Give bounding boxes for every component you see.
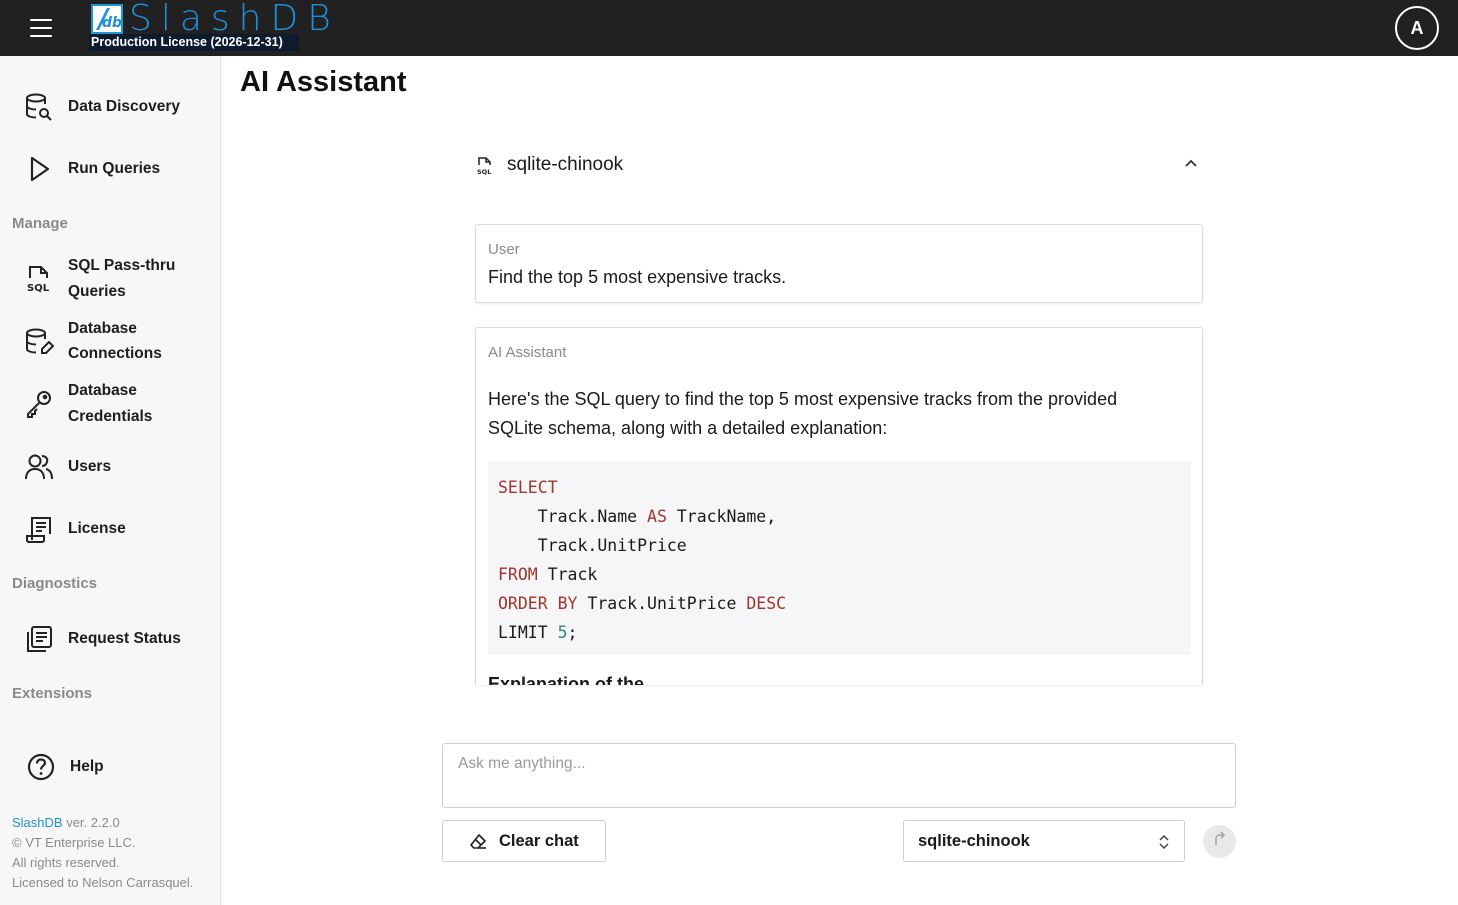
sidebar-item-label: SQL Pass-thru — [68, 257, 176, 274]
version-text: ver. 2.2.0 — [62, 815, 120, 830]
rights-text: All rights reserved. — [12, 855, 120, 870]
svg-text:SQL: SQL — [477, 168, 491, 176]
top-app-bar: db SlashDB Production License (2026-12-3… — [0, 0, 1458, 56]
clear-chat-label: Clear chat — [499, 832, 579, 850]
avatar[interactable]: A — [1395, 6, 1439, 50]
svg-text:SQL: SQL — [27, 283, 50, 294]
sidebar-item-data-discovery[interactable]: Data Discovery — [0, 92, 220, 122]
code-text: Track.UnitPrice — [577, 594, 747, 613]
message-role: AI Assistant — [488, 344, 567, 361]
sidebar-footer: SlashDB ver. 2.2.0 © VT Enterprise LLC. … — [12, 813, 193, 893]
database-edit-icon — [24, 327, 55, 357]
sql-keyword: ORDER — [498, 594, 548, 613]
sidebar-item-label: Users — [68, 458, 112, 475]
sidebar-item-run-queries[interactable]: Run Queries — [0, 154, 220, 184]
sidebar-item-sql-pass-thru[interactable]: SQL SQL Pass-thru Queries — [0, 253, 220, 305]
sidebar-item-help[interactable]: Help — [0, 752, 220, 782]
sidebar-item-label: Run Queries — [68, 160, 161, 177]
sidebar-item-label: Queries — [68, 283, 126, 300]
svg-text:db: db — [102, 15, 121, 31]
chat-input[interactable] — [442, 743, 1236, 808]
sql-file-icon: SQL — [475, 156, 493, 176]
code-text: Track.Name — [498, 507, 648, 526]
intro-line-2: SQLite schema, along with a detailed exp… — [488, 418, 888, 438]
sidebar-item-users[interactable]: Users — [0, 452, 220, 482]
code-text: ; — [567, 623, 578, 642]
section-title-diagnostics: Diagnostics — [12, 575, 98, 592]
users-icon — [24, 452, 54, 482]
help-icon — [26, 752, 56, 782]
sidebar-item-label: Data Discovery — [68, 98, 181, 115]
sql-keyword: DESC — [746, 594, 787, 613]
sidebar-item-label: Database — [68, 382, 137, 399]
send-button[interactable] — [1203, 825, 1236, 858]
intro-line-1: Here's the SQL query to find the top 5 m… — [488, 389, 1118, 409]
page-title: AI Assistant — [240, 66, 407, 98]
code-text: Track — [537, 565, 598, 584]
sql-keyword: FROM — [498, 565, 538, 584]
database-select[interactable]: sqlite-chinook — [903, 820, 1185, 862]
sql-number: 5 — [557, 623, 568, 642]
ai-message-card: AI Assistant Here's the SQL query to fin… — [475, 327, 1203, 685]
selected-database: sqlite-chinook — [918, 832, 1030, 850]
play-icon — [24, 154, 54, 184]
license-label: Production License (2026-12-31) — [89, 34, 299, 51]
slashdb-logo[interactable]: db SlashDB Production License (2026-12-3… — [89, 0, 331, 52]
sidebar-item-label: Database — [68, 320, 137, 337]
slashdb-logo-mark: db — [91, 4, 123, 34]
copyright-text: © VT Enterprise LLC. — [12, 835, 136, 850]
request-status-icon — [24, 624, 54, 654]
user-message-card: User Find the top 5 most expensive track… — [475, 224, 1203, 303]
message-text: Find the top 5 most expensive tracks. — [488, 267, 787, 287]
chevron-up-down-icon — [1157, 833, 1171, 851]
database-section-header[interactable]: SQL sqlite-chinook — [475, 152, 1203, 184]
sidebar-item-license[interactable]: License — [0, 514, 220, 544]
sidebar-item-label: Connections — [68, 345, 162, 362]
sidebar-item-label: Help — [70, 758, 104, 775]
hamburger-icon[interactable] — [24, 14, 58, 42]
message-role: User — [488, 241, 520, 258]
section-title-manage: Manage — [12, 215, 68, 232]
sql-keyword: SELECT — [498, 478, 558, 497]
license-icon — [24, 514, 54, 544]
footer-brand-link[interactable]: SlashDB — [12, 815, 63, 830]
sidebar: Data Discovery Run Queries Manage SQL SQ… — [0, 56, 221, 905]
sql-code-block: SELECT Track.Name AS TrackName, Track.Un… — [488, 461, 1191, 655]
code-text: LIMIT — [498, 623, 558, 642]
database-name: sqlite-chinook — [507, 154, 624, 175]
eraser-icon — [470, 833, 487, 850]
sidebar-item-database-credentials[interactable]: Database Credentials — [0, 378, 220, 430]
version-line: SlashDB ver. 2.2.0 — [12, 813, 193, 833]
sql-keyword: BY — [557, 594, 578, 613]
section-title-extensions: Extensions — [12, 685, 93, 702]
clear-chat-button[interactable]: Clear chat — [442, 820, 606, 862]
licensed-to-text: Licensed to Nelson Carrasquel. — [12, 875, 194, 890]
sql-keyword: AS — [647, 507, 667, 526]
sidebar-item-database-connections[interactable]: Database Connections — [0, 316, 220, 368]
sidebar-item-label: Credentials — [68, 408, 153, 425]
chevron-up-icon[interactable] — [1183, 156, 1199, 172]
sidebar-item-request-status[interactable]: Request Status — [0, 624, 220, 654]
key-icon — [24, 389, 54, 419]
code-text: Track.UnitPrice — [498, 536, 687, 555]
sql-file-icon: SQL — [24, 264, 54, 294]
sidebar-item-label: License — [68, 520, 126, 537]
explanation-heading: Explanation of the — [488, 674, 645, 685]
message-text: Here's the SQL query to find the top 5 m… — [488, 385, 1188, 443]
code-text: TrackName, — [666, 507, 777, 526]
send-arrow-icon — [1212, 831, 1228, 852]
database-search-icon — [24, 92, 54, 122]
sidebar-item-label: Request Status — [68, 630, 181, 647]
